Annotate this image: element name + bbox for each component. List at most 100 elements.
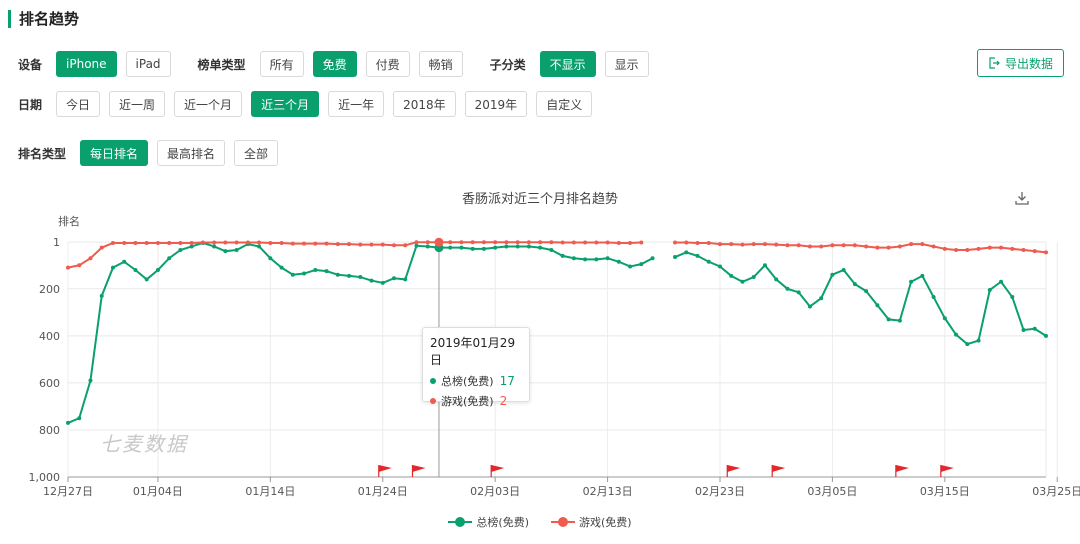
x-tick-label: 02月13日 [583, 485, 633, 498]
export-label: 导出数据 [1004, 56, 1053, 71]
data-point-1 [347, 242, 352, 247]
date-button-1[interactable]: 近一周 [109, 91, 166, 117]
y-tick-label: 1 [53, 236, 60, 249]
y-tick-label: 1,000 [29, 471, 61, 484]
data-point-1 [740, 242, 745, 247]
data-point-0 [751, 275, 756, 280]
data-point-1 [403, 243, 408, 248]
data-point-1 [920, 242, 925, 247]
data-point-1 [583, 240, 588, 245]
data-point-1 [380, 242, 385, 247]
event-flag-icon[interactable] [895, 465, 909, 477]
y-axis-label: 排名 [58, 214, 80, 228]
data-point-0 [470, 246, 475, 251]
event-flag-icon[interactable] [490, 465, 505, 477]
rank-chart: 排名 1 200 400 600 800 1,00012月27日 01月04日 01月14日 01… [29, 214, 1080, 498]
data-point-0 [999, 279, 1004, 284]
data-point-1 [257, 240, 262, 245]
data-point-0 [369, 278, 374, 283]
date-button-4[interactable]: 近一年 [328, 91, 385, 117]
data-point-0 [481, 246, 486, 251]
device-button-1[interactable]: iPad [125, 51, 171, 77]
event-flag-icon[interactable] [411, 465, 426, 477]
data-point-0 [976, 338, 981, 343]
tooltip-row-game: 游戏(免费) 2 [430, 393, 522, 409]
export-button[interactable]: 导出数据 [976, 49, 1064, 77]
y-tick-label: 800 [39, 424, 60, 437]
list-type-button-1[interactable]: 免费 [312, 51, 357, 77]
data-point-1 [88, 256, 93, 261]
data-point-1 [954, 247, 959, 252]
list-type-button-3[interactable]: 畅销 [418, 51, 463, 77]
data-point-0 [931, 295, 936, 300]
data-point-1 [594, 240, 599, 245]
data-point-1 [526, 240, 531, 245]
event-flag-icon[interactable] [771, 465, 786, 477]
subcat-button-1[interactable]: 显示 [604, 51, 649, 77]
x-tick-label: 03月15日 [920, 485, 970, 498]
data-point-0 [639, 262, 644, 267]
list-type-button-0[interactable]: 所有 [259, 51, 304, 77]
data-point-0 [515, 244, 520, 249]
tooltip-row-total: 总榜(免费) 17 [430, 373, 522, 389]
data-point-1 [155, 240, 160, 245]
data-point-1 [167, 240, 172, 245]
data-point-0 [257, 244, 262, 249]
series-line-1 [67, 241, 642, 269]
date-button-2[interactable]: 近一个月 [174, 91, 243, 117]
data-point-1 [122, 240, 127, 245]
x-tick-label: 03月05日 [807, 485, 857, 498]
data-point-1 [796, 243, 801, 248]
rank-type-button-1[interactable]: 最高排名 [157, 140, 226, 166]
data-point-0 [987, 287, 992, 292]
data-point-1 [144, 240, 149, 245]
data-point-1 [212, 240, 217, 245]
data-point-1 [751, 242, 756, 247]
data-point-0 [830, 272, 835, 277]
data-point-1 [189, 240, 194, 245]
data-point-0 [684, 250, 689, 255]
date-button-0[interactable]: 今日 [56, 91, 101, 117]
data-point-0 [954, 332, 959, 337]
rank-type-button-0[interactable]: 每日排名 [80, 140, 149, 166]
data-point-0 [909, 279, 914, 284]
data-point-1 [504, 240, 509, 245]
data-point-1 [313, 241, 318, 246]
list-type-button-2[interactable]: 付费 [365, 51, 410, 77]
data-point-0 [718, 264, 722, 269]
list-type-group: 所有 免费 付费 畅销 [259, 51, 472, 77]
data-point-0 [628, 264, 633, 269]
data-point-1 [369, 242, 374, 247]
data-point-0 [864, 289, 869, 294]
subcat-button-0[interactable]: 不显示 [539, 51, 596, 77]
data-point-1 [1010, 246, 1015, 251]
device-button-0[interactable]: iPhone [56, 51, 117, 77]
rank-type-button-2[interactable]: 全部 [234, 140, 279, 166]
x-tick-label: 01月24日 [358, 485, 408, 498]
data-point-1 [830, 243, 835, 248]
filter-row-device: 设备 iPhone iPad 榜单类型 所有 免费 付费 畅销 子分类 不显示 显示 [18, 51, 658, 77]
event-flag-icon[interactable] [378, 465, 392, 477]
date-button-5[interactable]: 2018年 [393, 91, 456, 117]
event-flag-icon[interactable] [726, 465, 741, 477]
legend-item-total[interactable]: 总榜(免费) [448, 514, 529, 530]
date-button-7[interactable]: 自定义 [536, 91, 593, 117]
date-button-3[interactable]: 近三个月 [251, 91, 320, 117]
event-flag-icon[interactable] [940, 465, 954, 477]
legend-item-game[interactable]: 游戏(免费) [551, 514, 632, 530]
data-point-0 [88, 378, 93, 383]
data-point-0 [729, 273, 734, 278]
rank-type-group: 每日排名 最高排名 全部 [80, 140, 287, 166]
data-point-1 [549, 240, 554, 245]
data-point-1 [841, 243, 846, 248]
date-button-6[interactable]: 2019年 [464, 91, 528, 117]
data-point-0 [594, 257, 599, 262]
data-point-1 [279, 240, 284, 245]
data-point-0 [583, 257, 588, 262]
legend-mark-game [551, 517, 575, 527]
data-point-0 [313, 267, 318, 272]
watermark: 七麦数据 [100, 432, 188, 456]
data-point-1 [200, 240, 205, 245]
data-point-1 [515, 240, 520, 245]
data-point-0 [459, 245, 464, 250]
